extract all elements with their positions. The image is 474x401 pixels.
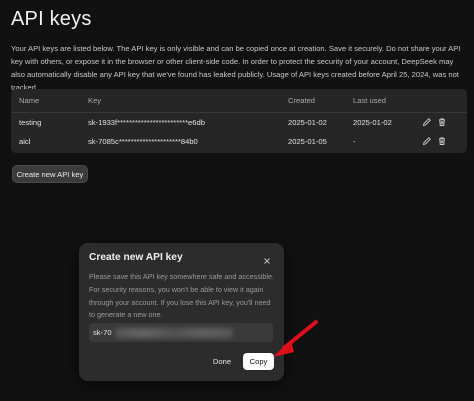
create-key-dialog: Create new API key Please save this API … (79, 243, 284, 381)
key-value: sk-7085c*********************84b0 (88, 137, 198, 146)
key-prefix: sk-70 (93, 328, 112, 337)
key-created: 2025-01-02 (288, 118, 327, 127)
create-api-key-button[interactable]: Create new API key (12, 165, 88, 183)
header-last-used: Last used (353, 96, 386, 105)
new-key-field[interactable]: sk-70 (89, 323, 273, 342)
blurred-key (114, 327, 233, 338)
key-last-used: - (353, 137, 356, 146)
header-key: Key (88, 96, 102, 105)
pencil-icon[interactable] (422, 117, 432, 127)
key-name: testing (19, 118, 42, 127)
key-created: 2025-01-05 (288, 137, 327, 146)
red-arrow-icon (273, 320, 318, 357)
page-title: API keys (11, 8, 92, 30)
close-icon[interactable] (262, 253, 272, 264)
header-created: Created (288, 96, 316, 105)
header-divider (11, 112, 467, 113)
dialog-title: Create new API key (89, 252, 183, 263)
done-button[interactable]: Done (207, 353, 237, 369)
dialog-message: Please save this API key somewhere safe … (89, 272, 274, 320)
key-name: aicl (19, 137, 31, 146)
trash-icon[interactable] (437, 117, 447, 127)
key-last-used: 2025-01-02 (353, 118, 392, 127)
trash-icon[interactable] (437, 136, 447, 146)
pencil-icon[interactable] (422, 136, 432, 146)
api-keys-table: Name Key Created Last used testing sk-19… (11, 89, 467, 153)
header-name: Name (19, 96, 40, 105)
key-value: sk-1933f************************e6db (88, 118, 205, 127)
page-description: Your API keys are listed below. The API … (11, 44, 461, 92)
api-keys-page: API keys Your API keys are listed below.… (0, 0, 474, 401)
